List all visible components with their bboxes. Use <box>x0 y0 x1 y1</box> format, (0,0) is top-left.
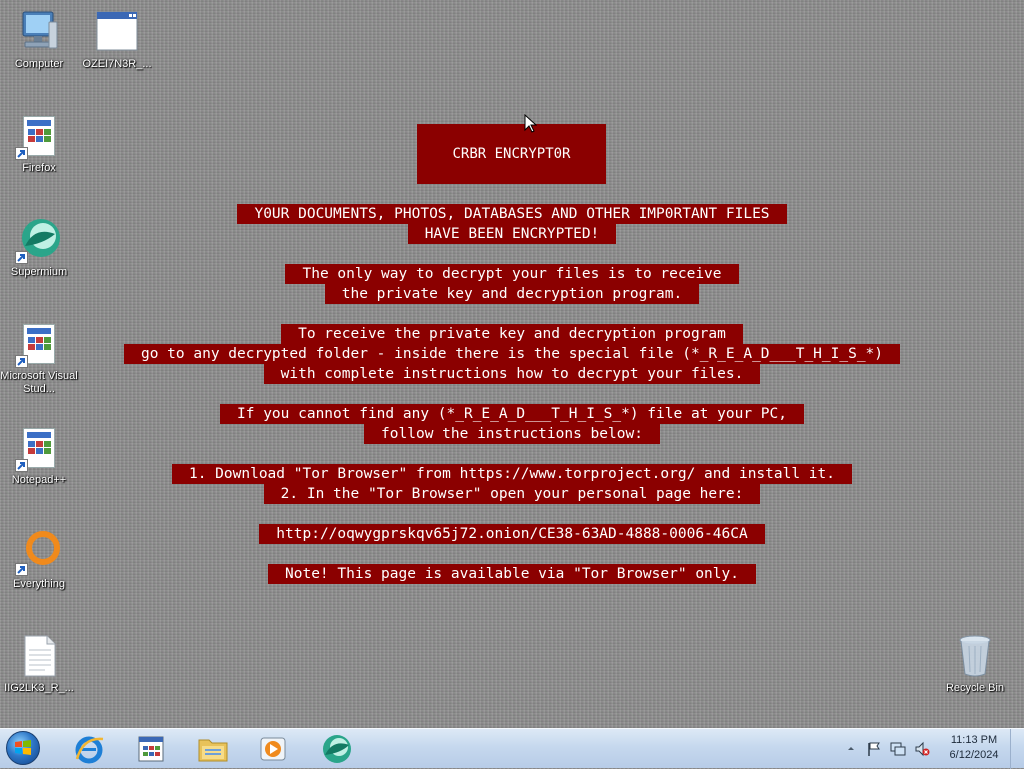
taskbar-internet-explorer[interactable] <box>64 731 114 767</box>
computer-icon <box>15 8 63 56</box>
note-line-text: Y0UR DOCUMENTS, PHOTOS, DATABASES AND OT… <box>237 204 787 224</box>
show-desktop-button[interactable] <box>1010 729 1024 769</box>
shortcut-arrow-icon <box>15 147 28 160</box>
network-button[interactable] <box>890 741 906 757</box>
desktop[interactable]: Computer OZEI7N3R_... Firefox Supermium … <box>0 0 1024 728</box>
note-line: go to any decrypted folder - inside ther… <box>0 344 1024 364</box>
taskbar-clock[interactable]: 11:13 PM 6/12/2024 <box>940 733 1008 763</box>
desktop-icon-recycle-bin[interactable]: Recycle Bin <box>936 632 1014 695</box>
note-line-text: Note! This page is available via "Tor Br… <box>268 564 756 584</box>
show-hidden-icons-button[interactable] <box>845 741 861 757</box>
taskbar: 11:13 PM 6/12/2024 <box>0 728 1024 769</box>
taskbar-media-player[interactable] <box>248 731 298 767</box>
desktop-icon-ozei7n3r[interactable]: OZEI7N3R_... <box>78 8 156 71</box>
recycle-bin-icon <box>951 632 999 680</box>
chevron-up-icon <box>848 747 854 750</box>
shortcut-arrow-icon <box>15 251 28 264</box>
folder-icon <box>198 739 228 762</box>
desktop-icon-iig2lk3[interactable]: IIG2LK3_R_... <box>0 632 78 695</box>
volume-muted-icon <box>915 741 930 757</box>
note-line-text: http://oqwygprskqv65j72.onion/CE38-63AD-… <box>259 524 765 544</box>
note-line: the private key and decryption program. <box>0 284 1024 304</box>
note-line: To receive the private key and decryptio… <box>0 324 1024 344</box>
note-line: HAVE BEEN ENCRYPTED! <box>0 224 1024 244</box>
note-line-text: HAVE BEEN ENCRYPTED! <box>407 224 617 244</box>
note-line-text: go to any decrypted folder - inside ther… <box>123 344 901 364</box>
desktop-icon-label: IIG2LK3_R_... <box>4 682 74 694</box>
desktop-icon-computer[interactable]: Computer <box>0 8 78 71</box>
windows-logo-icon <box>6 731 40 765</box>
note-line-text: the private key and decryption program. <box>324 284 700 304</box>
note-line: with complete instructions how to decryp… <box>0 364 1024 384</box>
window-file-icon <box>93 8 141 56</box>
note-line-text: To receive the private key and decryptio… <box>281 324 743 344</box>
note-line-text: 2. In the "Tor Browser" open your person… <box>263 484 761 504</box>
desktop-icon-label: Recycle Bin <box>945 682 1005 694</box>
flag-icon <box>868 742 880 756</box>
text-file-icon <box>15 632 63 680</box>
taskbar-file-explorer[interactable] <box>188 731 238 767</box>
desktop-icon-label: Firefox <box>22 162 56 174</box>
start-button[interactable] <box>6 731 46 767</box>
internet-explorer-icon <box>75 736 104 764</box>
clock-time: 11:13 PM <box>950 734 998 746</box>
volume-button[interactable] <box>914 741 930 757</box>
note-line-text: 1. Download "Tor Browser" from https://w… <box>171 464 852 484</box>
desktop-icon-label: OZEI7N3R_... <box>82 58 152 70</box>
desktop-icon-firefox[interactable]: Firefox <box>0 112 78 175</box>
network-icon <box>890 742 906 756</box>
note-line-text: If you cannot find any (*_R_E_A_D___T_H_… <box>220 404 804 424</box>
note-line: Y0UR DOCUMENTS, PHOTOS, DATABASES AND OT… <box>0 204 1024 224</box>
desktop-icon-label: Computer <box>14 58 64 70</box>
note-line: The only way to decrypt your files is to… <box>0 264 1024 284</box>
ransom-note-title: CRBR ENCRYPT0R <box>417 124 606 184</box>
note-onion-url: http://oqwygprskqv65j72.onion/CE38-63AD-… <box>0 524 1024 544</box>
taskbar-supermium[interactable] <box>312 731 362 767</box>
note-line: Note! This page is available via "Tor Br… <box>0 564 1024 584</box>
mouse-cursor-icon <box>524 113 538 139</box>
clock-date: 6/12/2024 <box>949 749 999 761</box>
note-line-text: follow the instructions below: <box>364 424 660 444</box>
note-line: 1. Download "Tor Browser" from https://w… <box>0 464 1024 484</box>
note-line-text: The only way to decrypt your files is to… <box>285 264 739 284</box>
note-line: follow the instructions below: <box>0 424 1024 444</box>
note-line-text: with complete instructions how to decryp… <box>263 364 761 384</box>
application-icon <box>15 112 63 160</box>
taskbar-app-window[interactable] <box>126 731 176 767</box>
note-line: If you cannot find any (*_R_E_A_D___T_H_… <box>0 404 1024 424</box>
action-center-button[interactable] <box>866 741 882 757</box>
app-window-icon <box>138 736 164 762</box>
note-line: 2. In the "Tor Browser" open your person… <box>0 484 1024 504</box>
supermium-icon <box>323 735 351 763</box>
media-player-icon <box>260 737 286 761</box>
